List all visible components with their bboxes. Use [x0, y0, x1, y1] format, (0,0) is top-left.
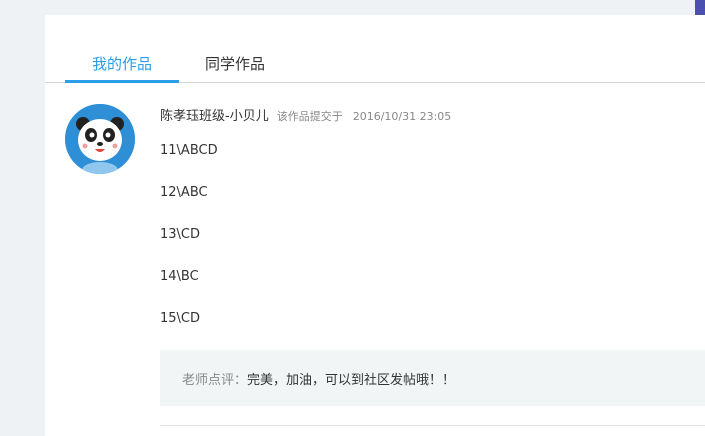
tab-my-works[interactable]: 我的作品: [65, 52, 179, 83]
submission-entry: 陈孝珏班级-小贝儿 该作品提交于 2016/10/31 23:05 11\ABCD …: [160, 104, 705, 406]
author-name[interactable]: 陈孝珏班级-小贝儿: [160, 109, 269, 124]
teacher-comment-label: 老师点评：: [182, 373, 248, 388]
answer-list: 11\ABCD 12\ABC 13\CD 14\BC 15\CD: [160, 142, 705, 352]
teacher-comment-body: 完美，加油，可以到社区发帖哦！！: [247, 373, 456, 388]
works-card: 我的作品 同学作品 陈孝珏班级-小贝儿 该作品提交于 2016/10/31 23…: [45, 15, 705, 436]
answer-line: 11\ABCD: [160, 143, 218, 158]
panda-avatar-icon[interactable]: [65, 104, 135, 174]
answer-line: 15\CD: [160, 311, 201, 326]
entry-divider: [160, 425, 705, 426]
teacher-comment-text: 老师点评：完美，加油，可以到社区发帖哦！！: [182, 369, 455, 388]
tab-classmates-works[interactable]: 同学作品: [195, 52, 275, 82]
answer-line: 13\CD: [160, 227, 201, 242]
submission-meta: 陈孝珏班级-小贝儿 该作品提交于 2016/10/31 23:05: [160, 104, 705, 126]
submitted-label: 该作品提交于: [276, 110, 343, 123]
submitted-timestamp: 2016/10/31 23:05: [352, 110, 452, 123]
tab-bar: 我的作品 同学作品: [45, 52, 705, 83]
panda-avatar-graphic: [65, 104, 135, 174]
page: 我的作品 同学作品 陈孝珏班级-小贝儿 该作品提交于 2016/10/31 23…: [0, 0, 705, 436]
teacher-comment: 老师点评：完美，加油，可以到社区发帖哦！！: [160, 350, 705, 406]
answer-line: 12\ABC: [160, 185, 208, 200]
answer-line: 14\BC: [160, 269, 199, 284]
